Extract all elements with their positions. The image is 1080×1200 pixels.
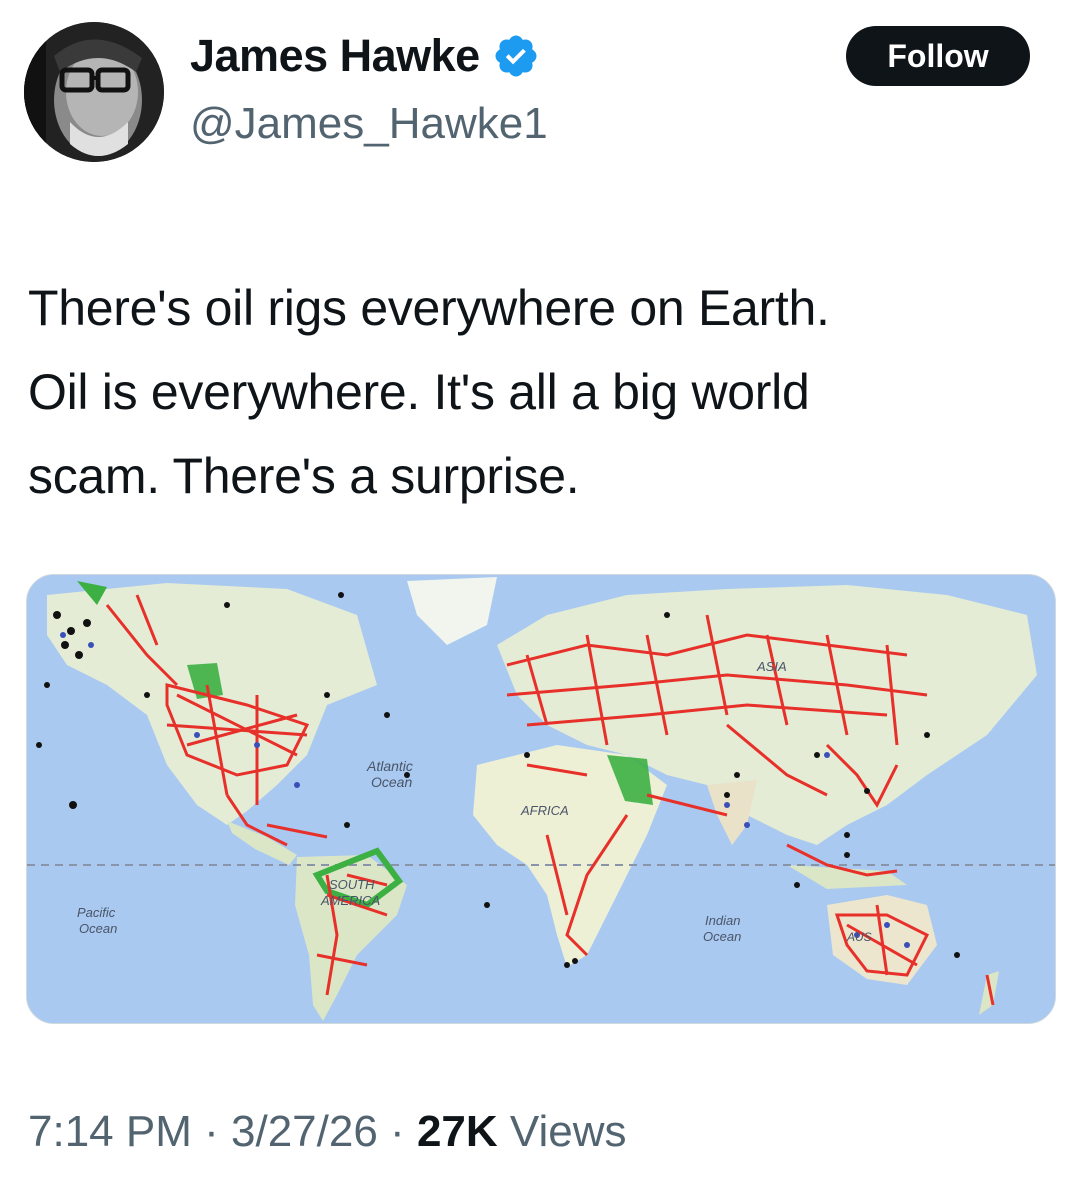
world-map-image: Atlantic Ocean Pacific Ocean Indian Ocea… [27,575,1055,1023]
meta-separator: · [204,1107,219,1156]
author-handle[interactable]: @James_Hawke1 [190,96,548,152]
follow-button[interactable]: Follow [846,26,1030,86]
map-label-asia: ASIA [756,659,787,674]
tweet-line: scam. There's a surprise. [28,448,580,504]
map-label-south-america: AMERICA [320,893,380,908]
tweet-time[interactable]: 7:14 PM [28,1107,192,1156]
meta-separator: · [390,1107,405,1156]
author-name[interactable]: James Hawke [190,28,480,84]
views-count: 27K [416,1107,498,1156]
tweet-line: Oil is everywhere. It's all a big world [28,364,810,420]
verified-badge-icon [495,35,537,77]
tweet-line: There's oil rigs everywhere on Earth. [28,280,830,336]
map-label-indian: Ocean [703,929,741,944]
map-label-indian: Indian [705,913,740,928]
map-label-pacific: Ocean [79,921,117,936]
avatar-photo [24,22,164,162]
author-name-row: James Hawke [190,28,540,84]
map-label-atlantic: Atlantic [366,758,413,774]
map-label-south-america: SOUTH [329,877,375,892]
tweet-text: There's oil rigs everywhere on Earth. Oi… [28,266,1048,518]
map-label-pacific: Pacific [77,905,116,920]
map-label-africa: AFRICA [520,803,569,818]
map-label-australia: AUS [846,930,872,944]
views-label: Views [509,1107,627,1156]
tweet-date[interactable]: 3/27/26 [231,1107,378,1156]
map-label-atlantic: Ocean [371,774,412,790]
tweet-meta: 7:14 PM · 3/27/26 · 27K Views [28,1102,626,1162]
avatar[interactable] [24,22,164,162]
tweet-media-map[interactable]: Atlantic Ocean Pacific Ocean Indian Ocea… [26,574,1056,1024]
